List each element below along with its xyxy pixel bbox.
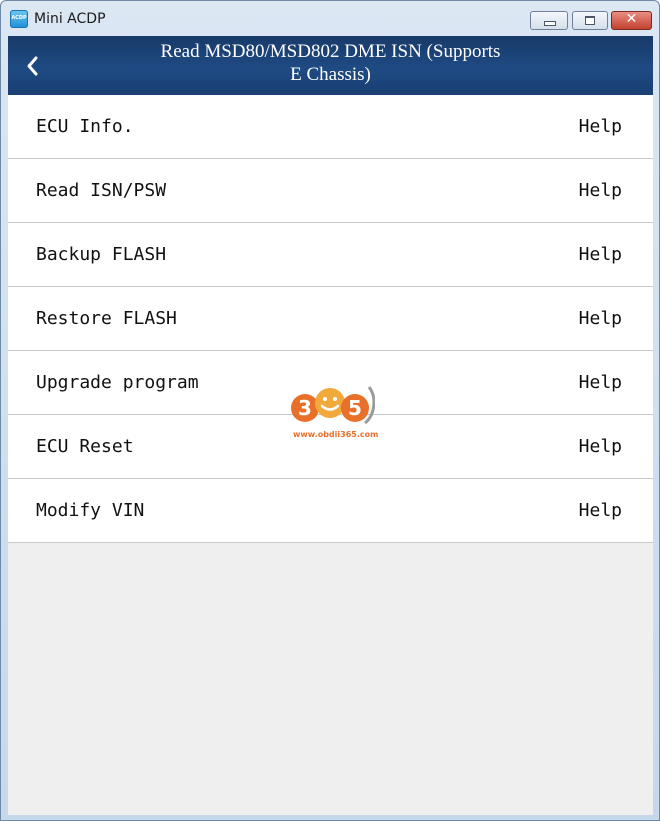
title-bar[interactable]: ACDP Mini ACDP ✕: [1, 1, 659, 36]
help-link[interactable]: Help: [579, 244, 622, 265]
menu-item-backup-flash[interactable]: Backup FLASH Help: [8, 223, 653, 287]
menu-item-label: ECU Reset: [36, 436, 134, 457]
help-link[interactable]: Help: [579, 308, 622, 329]
menu-item-upgrade-program[interactable]: Upgrade program Help: [8, 351, 653, 415]
page-title: Read MSD80/MSD802 DME ISN (Supports E Ch…: [138, 40, 523, 86]
menu-item-read-isn[interactable]: Read ISN/PSW Help: [8, 159, 653, 223]
back-arrow-icon[interactable]: [23, 54, 43, 78]
menu-item-ecu-reset[interactable]: ECU Reset Help: [8, 415, 653, 479]
minimize-icon: [544, 21, 556, 26]
maximize-button[interactable]: [572, 11, 608, 30]
menu-item-label: Read ISN/PSW: [36, 180, 167, 201]
menu-item-modify-vin[interactable]: Modify VIN Help: [8, 479, 653, 543]
help-link[interactable]: Help: [579, 180, 622, 201]
app-logo-icon: ACDP: [10, 10, 28, 28]
close-icon: ✕: [625, 11, 638, 27]
page-title-line-2: E Chassis): [290, 64, 371, 85]
menu-item-label: Restore FLASH: [36, 308, 177, 329]
menu-item-ecu-info[interactable]: ECU Info. Help: [8, 95, 653, 159]
window-title: Mini ACDP: [34, 11, 106, 27]
page-header: Read MSD80/MSD802 DME ISN (Supports E Ch…: [8, 36, 653, 95]
app-window: ACDP Mini ACDP ✕ Read MSD80/MSD802 DME I…: [0, 0, 660, 821]
menu-item-label: ECU Info.: [36, 116, 134, 137]
help-link[interactable]: Help: [579, 372, 622, 393]
client-area: Read MSD80/MSD802 DME ISN (Supports E Ch…: [8, 36, 653, 815]
menu-item-restore-flash[interactable]: Restore FLASH Help: [8, 287, 653, 351]
maximize-icon: [585, 16, 595, 25]
minimize-button[interactable]: [530, 11, 568, 30]
function-menu: ECU Info. Help Read ISN/PSW Help Backup …: [8, 95, 653, 543]
help-link[interactable]: Help: [579, 436, 622, 457]
help-link[interactable]: Help: [579, 500, 622, 521]
help-link[interactable]: Help: [579, 116, 622, 137]
app-logo-text: ACDP: [11, 15, 27, 21]
menu-item-label: Upgrade program: [36, 372, 199, 393]
menu-item-label: Backup FLASH: [36, 244, 167, 265]
page-title-line-1: Read MSD80/MSD802 DME ISN (Supports: [160, 41, 501, 62]
close-button[interactable]: ✕: [611, 11, 652, 30]
menu-item-label: Modify VIN: [36, 500, 145, 521]
watermark-url: www.obdii365.com: [293, 430, 379, 439]
